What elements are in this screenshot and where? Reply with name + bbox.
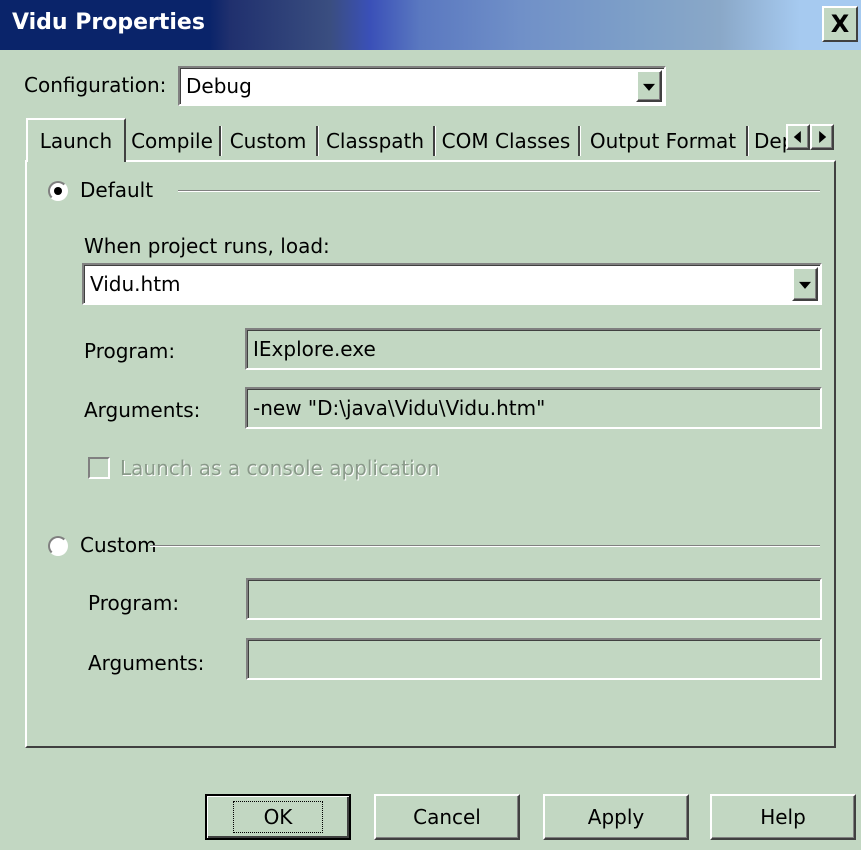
tab-custom[interactable]: Custom xyxy=(222,122,314,160)
help-label: Help xyxy=(760,805,806,829)
close-button[interactable]: X xyxy=(822,6,858,42)
program-value: IExplore.exe xyxy=(253,337,376,361)
program-field[interactable]: IExplore.exe xyxy=(245,328,822,370)
custom-arguments-label: Arguments: xyxy=(88,651,205,675)
program-label: Program: xyxy=(84,339,176,363)
arrow-right-icon xyxy=(819,131,827,143)
cancel-label: Cancel xyxy=(413,805,481,829)
tab-label: COM Classes xyxy=(441,129,571,153)
tab-label: Compile xyxy=(131,129,213,153)
close-icon: X xyxy=(830,10,850,38)
apply-button[interactable]: Apply xyxy=(543,794,689,840)
configuration-dropdown-button[interactable] xyxy=(636,70,662,102)
chevron-down-icon xyxy=(643,83,655,91)
title-bar: Vidu Properties X xyxy=(0,0,861,50)
group-divider xyxy=(178,190,820,192)
tab-dep[interactable]: Dep xyxy=(748,122,788,160)
arguments-label: Arguments: xyxy=(84,398,201,422)
ok-label: OK xyxy=(232,801,324,833)
console-label: Launch as a console application xyxy=(120,456,440,480)
tab-label: Custom xyxy=(229,129,307,153)
arrow-left-icon xyxy=(793,131,801,143)
load-dropdown-button[interactable] xyxy=(792,267,818,301)
radio-dot xyxy=(54,187,62,195)
tab-compile[interactable]: Compile xyxy=(127,122,217,160)
apply-label: Apply xyxy=(587,805,645,829)
default-label[interactable]: Default xyxy=(80,178,153,202)
console-checkbox[interactable] xyxy=(88,457,110,479)
default-radio[interactable] xyxy=(48,181,68,201)
custom-label[interactable]: Custom xyxy=(80,533,157,557)
tab-scroll-right-button[interactable] xyxy=(810,124,834,150)
help-button[interactable]: Help xyxy=(710,794,856,840)
tab-com-classes[interactable]: COM Classes xyxy=(436,122,576,160)
tab-label: Classpath xyxy=(325,129,425,153)
custom-program-field[interactable] xyxy=(246,578,822,620)
when-runs-label: When project runs, load: xyxy=(84,234,330,258)
tab-launch[interactable]: Launch xyxy=(26,118,126,162)
tab-label: Launch xyxy=(39,129,113,153)
custom-arguments-field[interactable] xyxy=(246,638,822,680)
arguments-field[interactable]: -new "D:\java\Vidu\Vidu.htm" xyxy=(245,387,822,429)
tab-label: Dep xyxy=(754,129,788,153)
configuration-select[interactable]: Debug xyxy=(178,66,666,106)
tab-classpath[interactable]: Classpath xyxy=(319,122,431,160)
arguments-value: -new "D:\java\Vidu\Vidu.htm" xyxy=(253,396,546,420)
group-divider xyxy=(150,545,820,547)
load-select[interactable]: Vidu.htm xyxy=(82,263,822,305)
tab-output-format[interactable]: Output Format xyxy=(581,122,745,160)
cancel-button[interactable]: Cancel xyxy=(374,794,520,840)
configuration-value: Debug xyxy=(186,74,252,98)
custom-program-label: Program: xyxy=(88,591,180,615)
custom-radio[interactable] xyxy=(48,536,68,556)
window-title: Vidu Properties xyxy=(12,10,205,35)
chevron-down-icon xyxy=(799,281,811,289)
tab-scroll-left-button[interactable] xyxy=(786,124,810,150)
load-value: Vidu.htm xyxy=(90,272,181,296)
tab-label: Output Format xyxy=(589,129,737,153)
ok-button[interactable]: OK xyxy=(205,794,351,840)
configuration-label: Configuration: xyxy=(24,73,167,97)
